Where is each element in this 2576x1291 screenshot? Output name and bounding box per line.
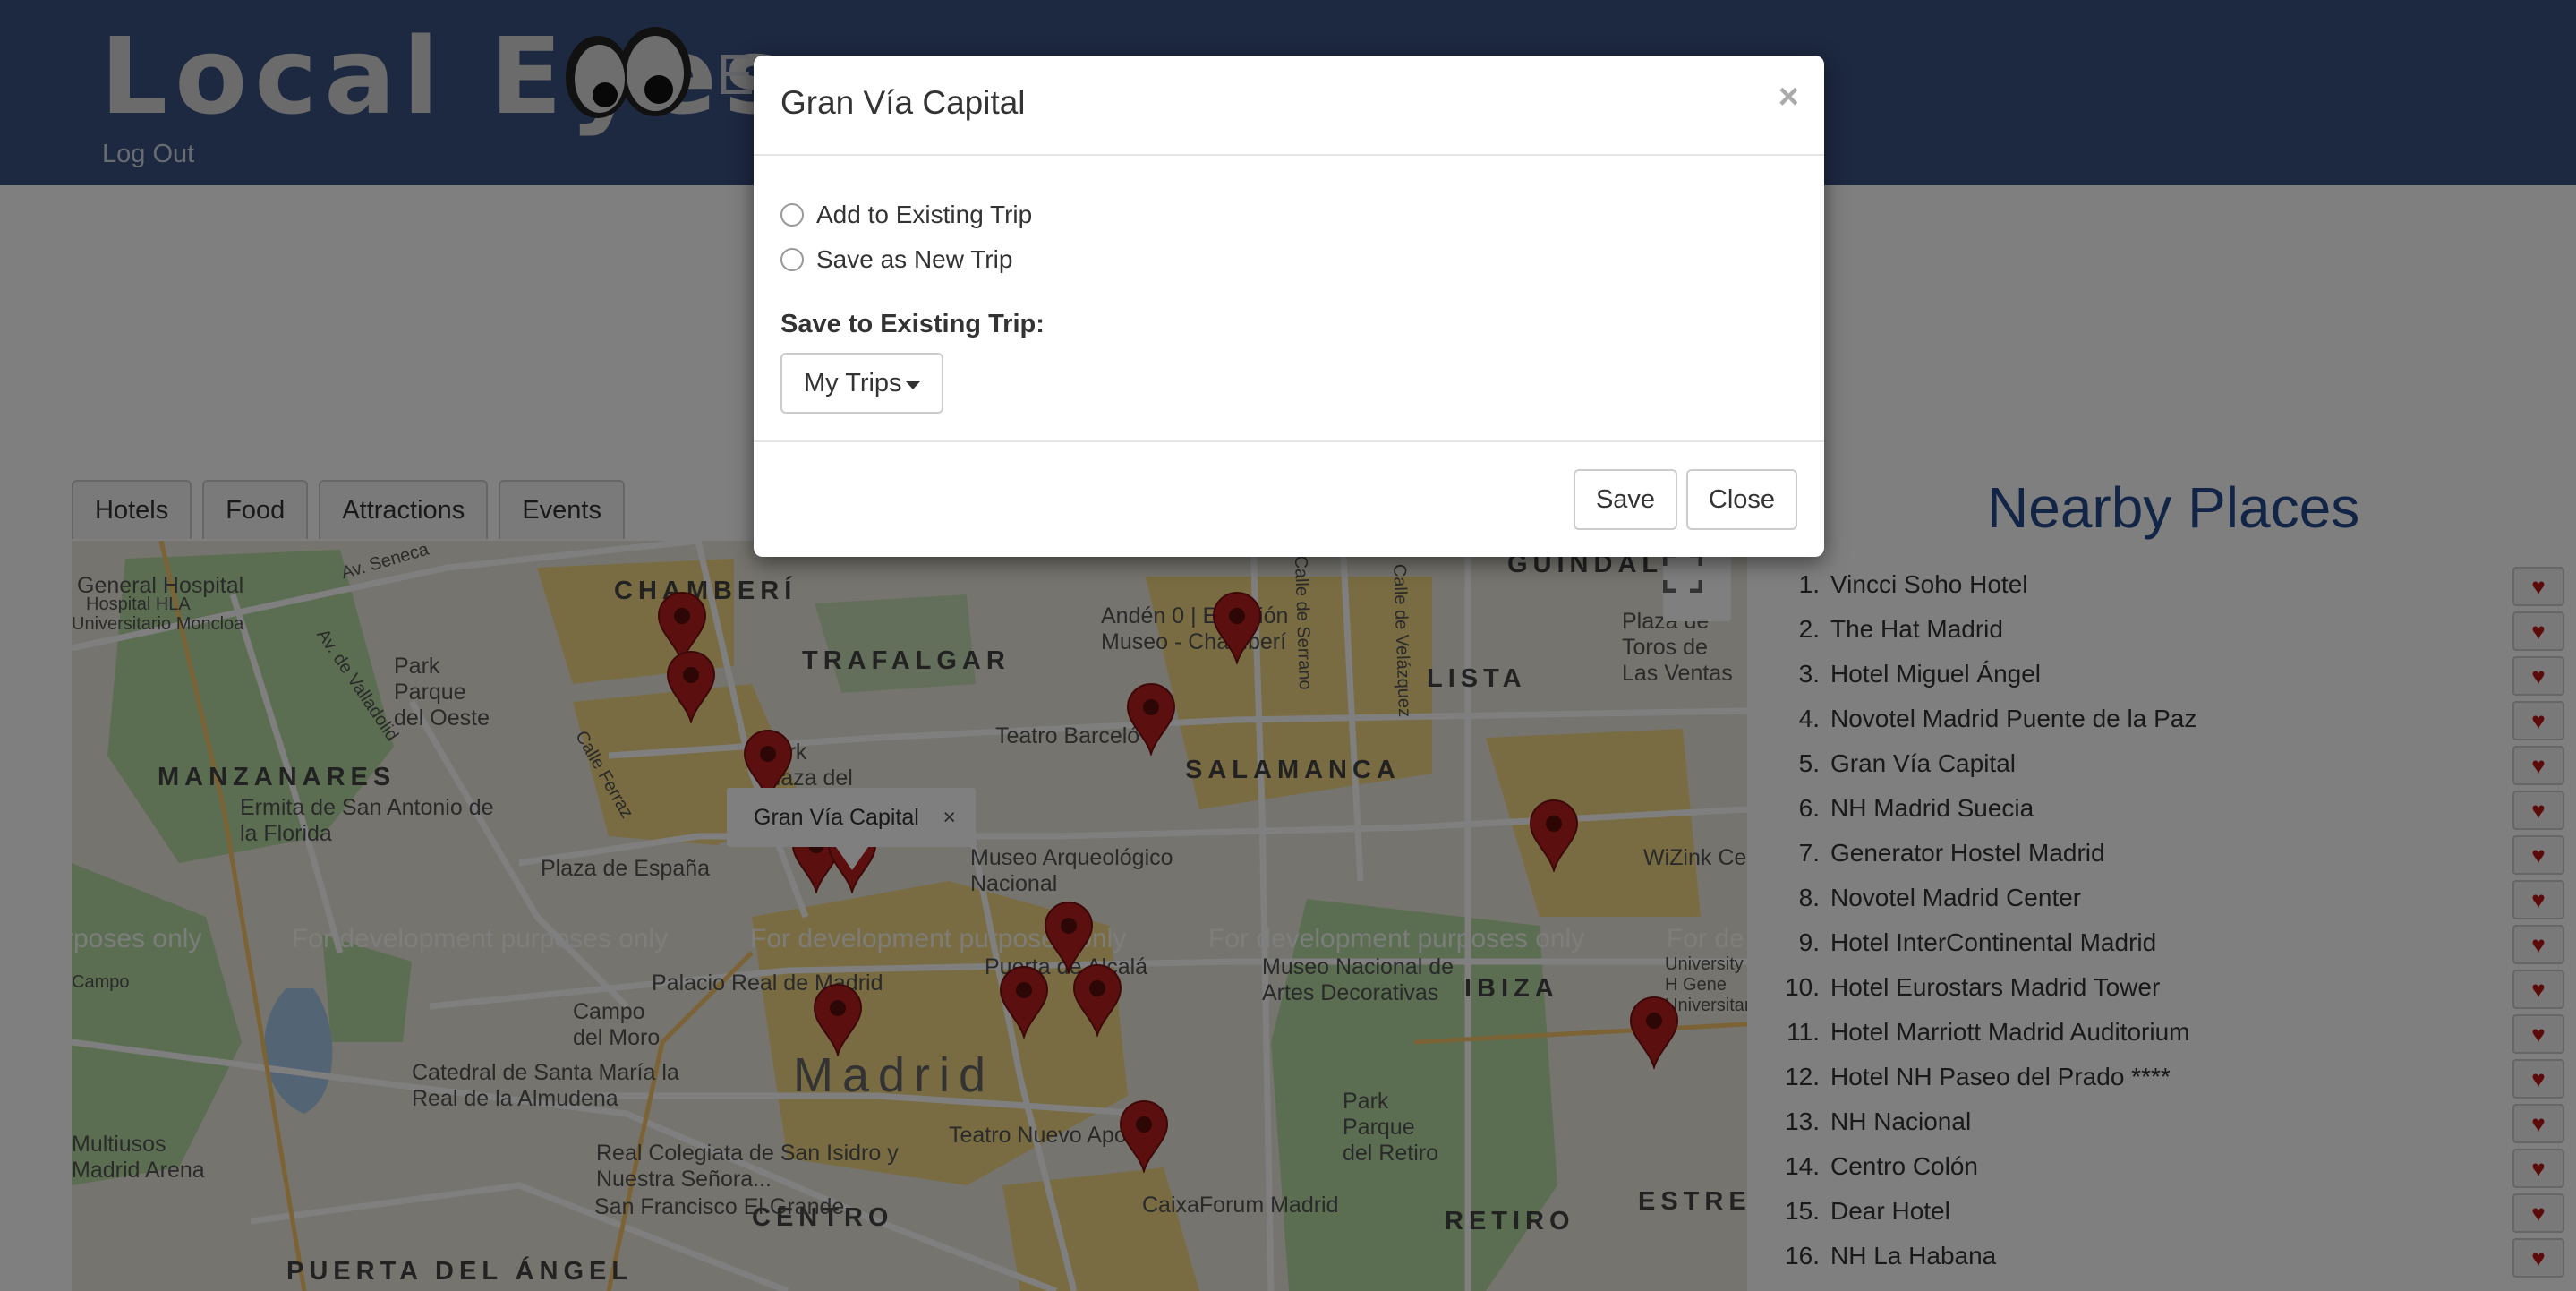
radio-label: Add to Existing Trip (816, 201, 1033, 228)
radio-label: Save as New Trip (816, 245, 1013, 273)
dropdown-label: My Trips (804, 369, 902, 398)
save-trip-modal: Gran Vía Capital × Add to Existing Trip … (754, 56, 1824, 557)
radio-save-new-trip[interactable]: Save as New Trip (780, 245, 1012, 274)
radio-add-existing-trip[interactable]: Add to Existing Trip (780, 201, 1032, 229)
caret-down-icon (906, 381, 920, 389)
close-button[interactable]: Close (1686, 469, 1797, 530)
modal-footer: Save Close (754, 440, 1824, 559)
radio-button[interactable] (780, 248, 804, 271)
close-icon[interactable]: × (1778, 77, 1799, 117)
save-button[interactable]: Save (1574, 469, 1677, 530)
radio-button[interactable] (780, 203, 804, 227)
modal-title: Gran Vía Capital (780, 84, 1026, 121)
modal-header: Gran Vía Capital × (754, 56, 1824, 156)
existing-trip-label: Save to Existing Trip: (780, 310, 1045, 338)
my-trips-dropdown[interactable]: My Trips (780, 353, 943, 414)
